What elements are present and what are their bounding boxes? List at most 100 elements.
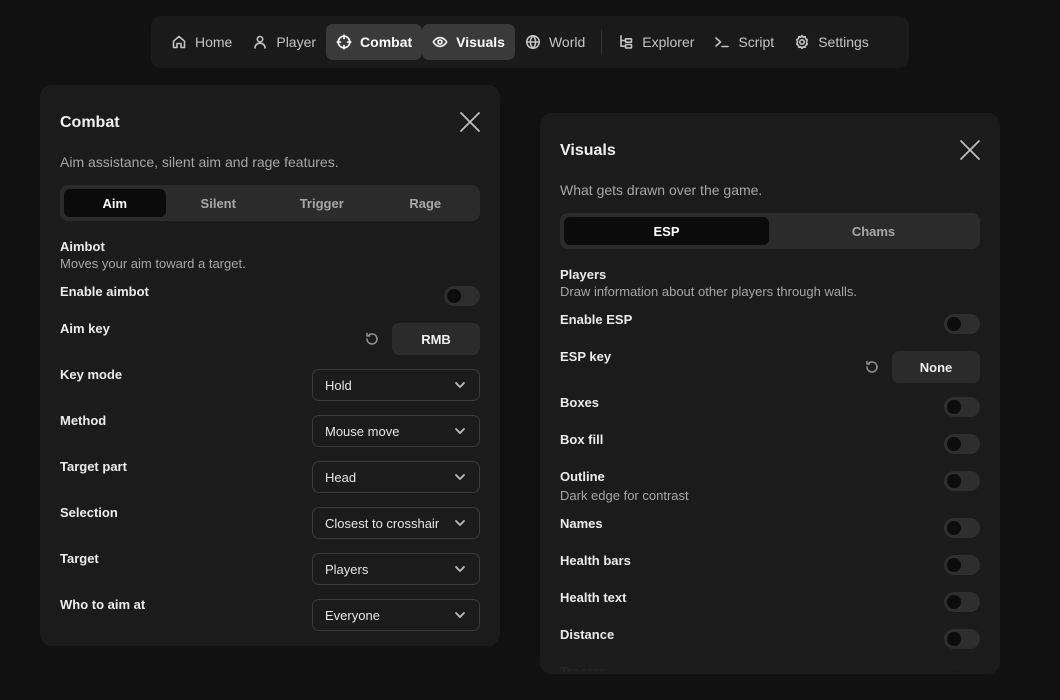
enable-aimbot-toggle[interactable] <box>444 286 480 306</box>
reset-icon <box>366 332 378 345</box>
names-toggle[interactable] <box>944 518 980 538</box>
method-select[interactable]: Mouse move <box>312 415 480 447</box>
close-icon <box>960 140 980 160</box>
enable-aimbot-label: Enable aimbot <box>60 284 149 299</box>
nav-item-visuals[interactable]: Visuals <box>422 24 515 60</box>
outline-subtitle: Dark edge for contrast <box>560 488 689 503</box>
chevron-down-icon <box>455 566 465 572</box>
nav-item-label: Player <box>276 34 317 50</box>
box-fill-toggle[interactable] <box>944 434 980 454</box>
eye-icon <box>432 36 448 48</box>
target-part-label: Target part <box>60 459 127 474</box>
reset-esp-key-button[interactable] <box>864 359 880 375</box>
who-to-aim-at-label: Who to aim at <box>60 597 146 612</box>
names-label: Names <box>560 516 603 531</box>
health-bars-label: Health bars <box>560 553 631 568</box>
selection-select[interactable]: Closest to crosshair <box>312 507 480 539</box>
close-button[interactable] <box>958 138 982 162</box>
reset-aim-key-button[interactable] <box>364 331 380 347</box>
health-text-toggle[interactable] <box>944 592 980 612</box>
select-value: Mouse move <box>325 423 400 439</box>
tracers-toggle[interactable] <box>944 666 980 674</box>
terminal-icon <box>715 37 730 48</box>
select-value: Hold <box>325 377 352 393</box>
nav-item-label: Visuals <box>456 34 505 50</box>
tracers-label: Tracers <box>560 664 607 674</box>
panel-description: What gets drawn over the game. <box>560 182 763 198</box>
aim-key-button[interactable]: RMB <box>392 323 480 355</box>
globe-icon <box>525 35 540 49</box>
nav-item-home[interactable]: Home <box>161 24 242 60</box>
section-subtitle: Moves your aim toward a target. <box>60 256 246 271</box>
scroll-fade <box>540 644 1000 674</box>
nav-item-label: Settings <box>818 34 869 50</box>
chevron-down-icon <box>455 520 465 526</box>
panel-title: Visuals <box>560 142 616 159</box>
nav-item-explorer[interactable]: Explorer <box>608 24 704 60</box>
selection-label: Selection <box>60 505 118 520</box>
box-fill-label: Box fill <box>560 432 604 447</box>
nav-item-player[interactable]: Player <box>242 24 326 60</box>
outline-toggle[interactable] <box>944 471 980 491</box>
chevron-down-icon <box>455 382 465 388</box>
tab-esp[interactable]: ESP <box>564 217 769 245</box>
nav-item-label: Combat <box>360 34 413 50</box>
key-mode-select[interactable]: Hold <box>312 369 480 401</box>
tab-chams[interactable]: Chams <box>771 217 976 245</box>
esp-key-button[interactable]: None <box>892 351 980 383</box>
combat-panel: Combat Aim assistance, silent aim and ra… <box>40 85 500 646</box>
enable-esp-label: Enable ESP <box>560 312 633 327</box>
target-part-select[interactable]: Head <box>312 461 480 493</box>
boxes-label: Boxes <box>560 395 600 410</box>
outline-label: Outline <box>560 469 605 484</box>
tab-rage[interactable]: Rage <box>375 189 477 217</box>
home-icon <box>172 35 186 49</box>
tree-icon <box>620 35 633 49</box>
distance-toggle[interactable] <box>944 629 980 649</box>
tab-aim[interactable]: Aim <box>64 189 166 217</box>
section-title: Aimbot <box>60 239 105 254</box>
combat-tabs: Aim Silent Trigger Rage <box>60 185 480 221</box>
gear-icon <box>796 34 809 50</box>
who-to-aim-at-select[interactable]: Everyone <box>312 599 480 631</box>
key-mode-label: Key mode <box>60 367 123 382</box>
chevron-down-icon <box>455 428 465 434</box>
tab-trigger[interactable]: Trigger <box>271 189 373 217</box>
nav-item-script[interactable]: Script <box>704 24 784 60</box>
panel-description: Aim assistance, silent aim and rage feat… <box>60 154 339 170</box>
close-icon <box>460 112 480 132</box>
nav-item-label: Home <box>195 34 233 50</box>
section-title: Players <box>560 267 607 282</box>
reset-icon <box>866 360 878 373</box>
nav-item-label: Explorer <box>642 34 695 50</box>
top-nav: Home Player Combat Visuals World Explore… <box>151 16 909 68</box>
panel-title: Combat <box>60 114 120 131</box>
boxes-toggle[interactable] <box>944 397 980 417</box>
nav-item-combat[interactable]: Combat <box>326 24 423 60</box>
chevron-down-icon <box>455 474 465 480</box>
close-button[interactable] <box>458 110 482 134</box>
crosshair-icon <box>336 34 352 50</box>
select-value: Players <box>325 561 369 577</box>
nav-divider <box>601 30 603 54</box>
nav-item-settings[interactable]: Settings <box>784 24 879 60</box>
nav-item-world[interactable]: World <box>515 24 595 60</box>
health-bars-toggle[interactable] <box>944 555 980 575</box>
chevron-down-icon <box>455 612 465 618</box>
method-label: Method <box>60 413 107 428</box>
target-select[interactable]: Players <box>312 553 480 585</box>
user-icon <box>254 35 267 49</box>
nav-item-label: World <box>548 34 586 50</box>
tab-silent[interactable]: Silent <box>168 189 270 217</box>
nav-item-label: Script <box>738 34 775 50</box>
distance-label: Distance <box>560 627 615 642</box>
section-subtitle: Draw information about other players thr… <box>560 284 857 299</box>
enable-esp-toggle[interactable] <box>944 314 980 334</box>
select-value: Everyone <box>325 607 380 623</box>
visuals-tabs: ESP Chams <box>560 213 980 249</box>
select-value: Head <box>325 469 357 485</box>
health-text-label: Health text <box>560 590 627 605</box>
select-value: Closest to crosshair <box>325 515 440 531</box>
aim-key-label: Aim key <box>60 321 110 336</box>
visuals-panel: Visuals What gets drawn over the game. E… <box>540 113 1000 674</box>
